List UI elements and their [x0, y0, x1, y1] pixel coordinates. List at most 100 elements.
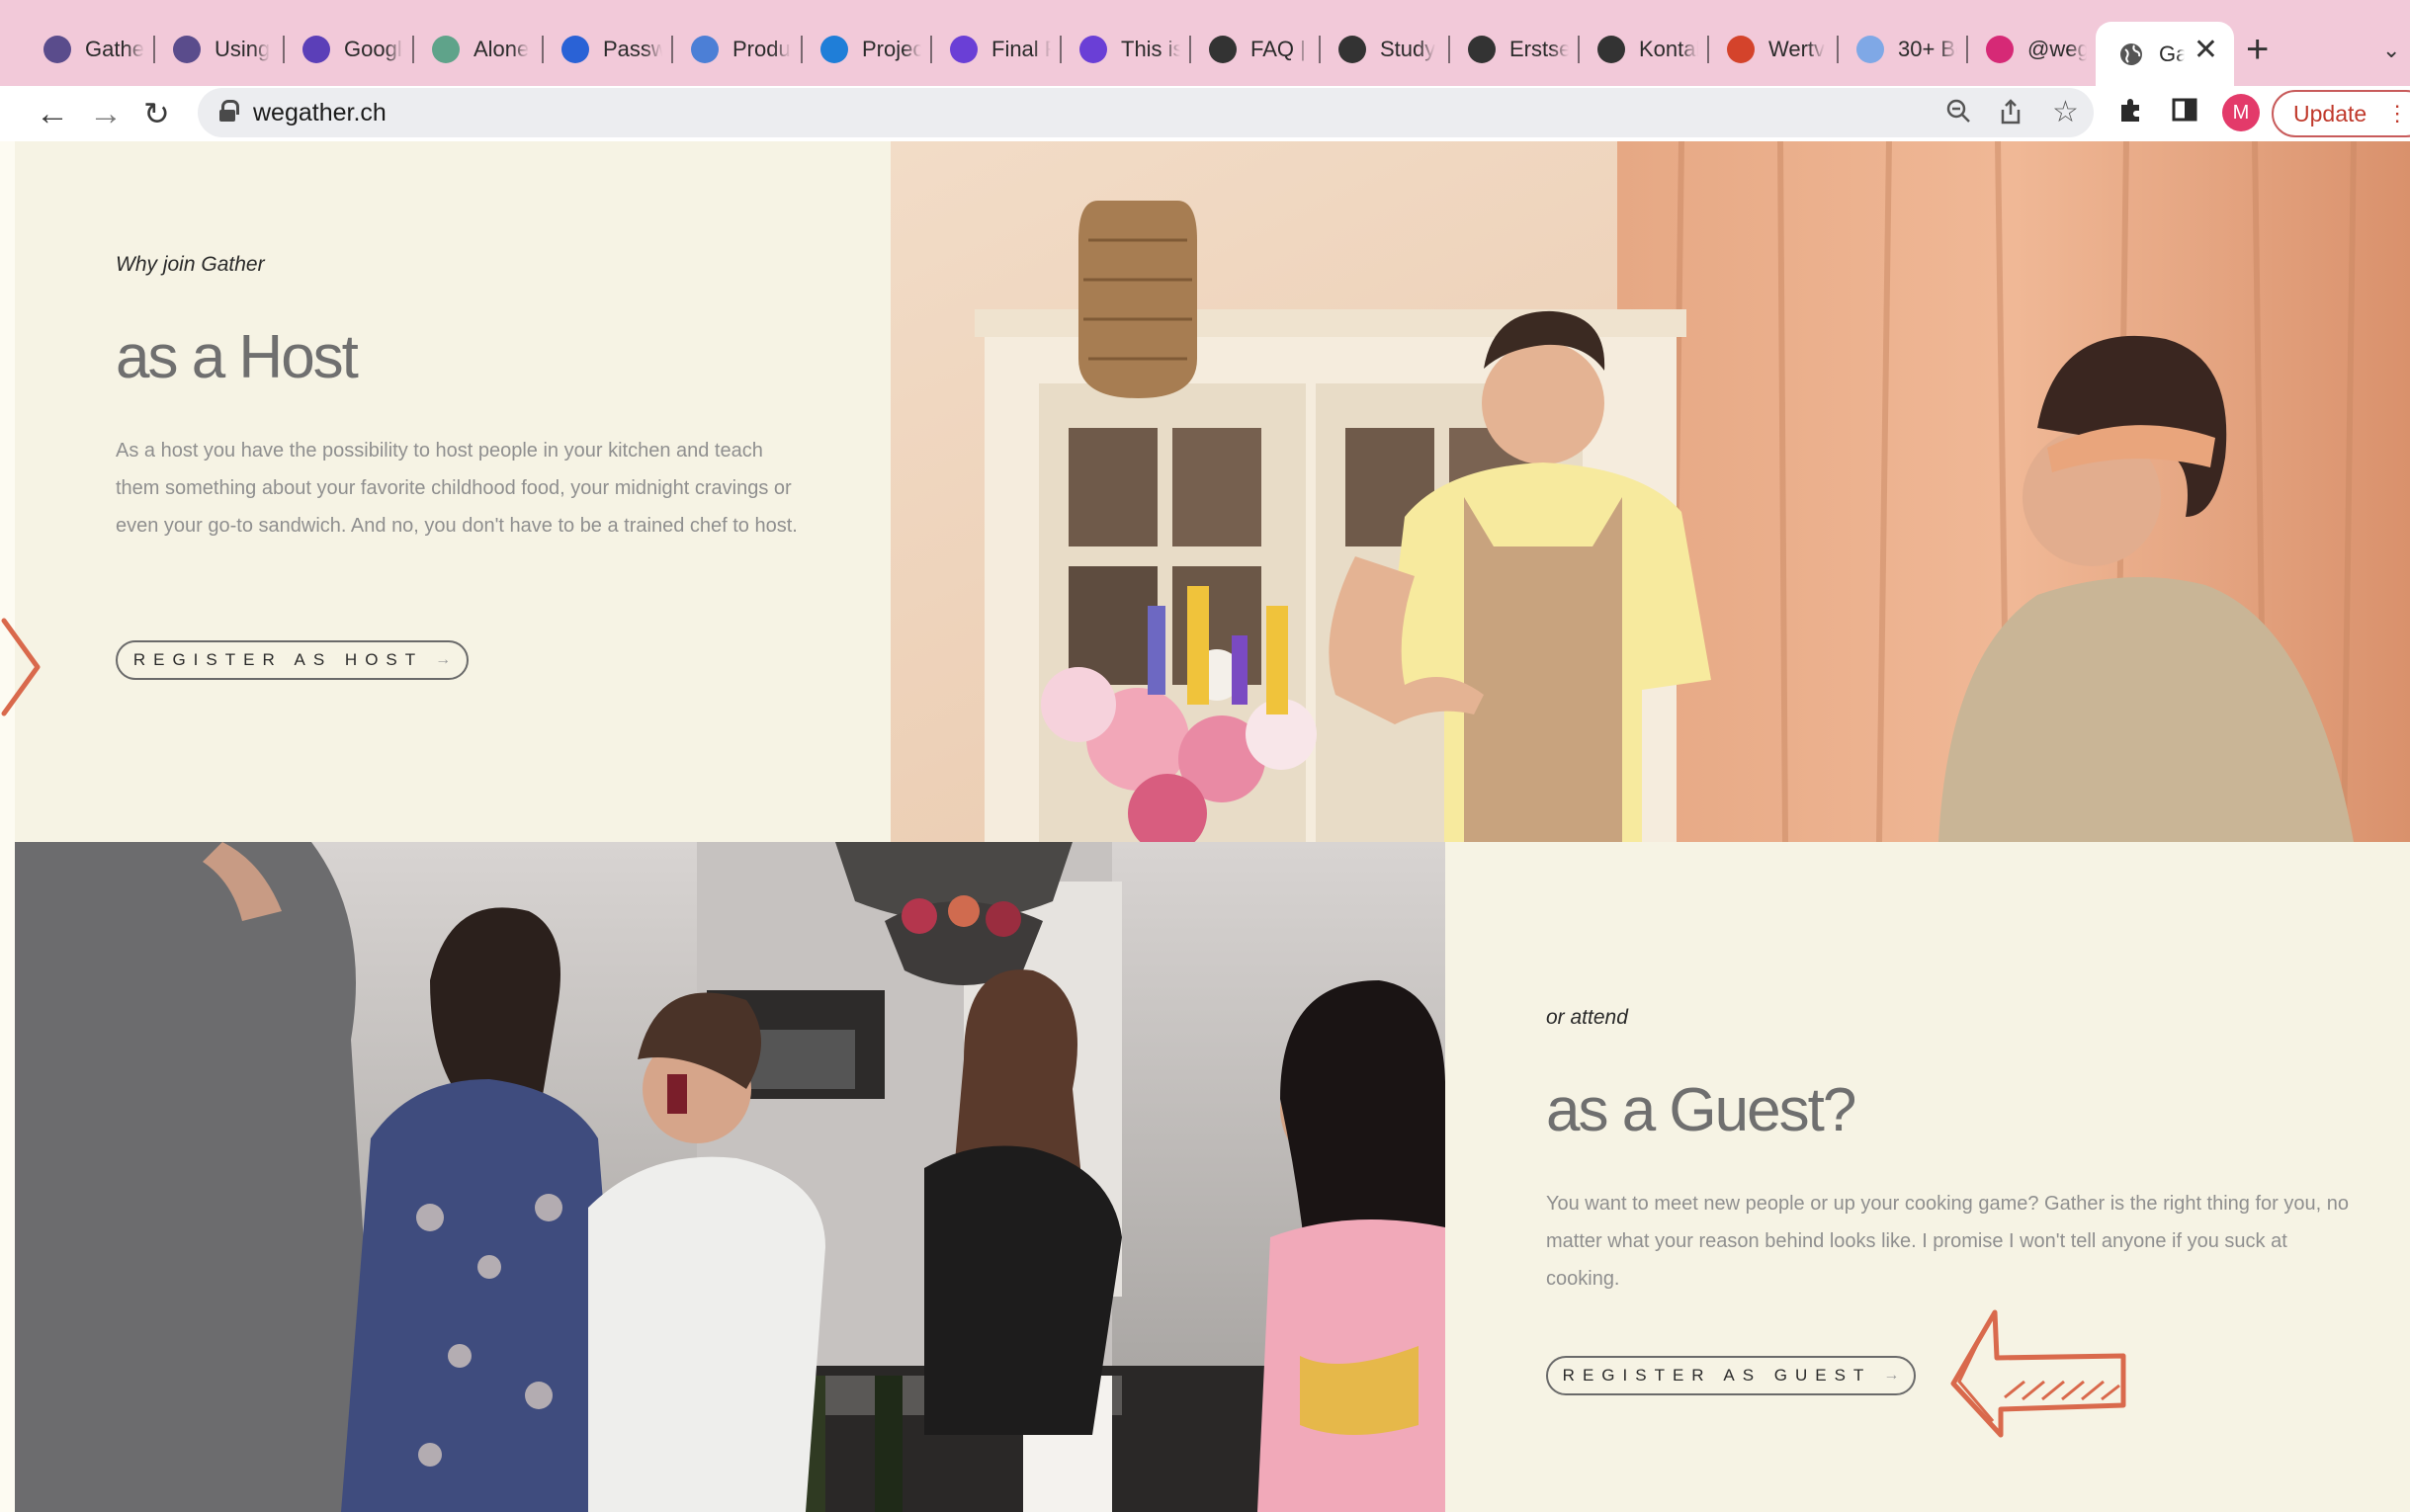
tab[interactable]: Study — [1317, 22, 1440, 77]
extensions-icon[interactable] — [2117, 96, 2145, 131]
guest-body: You want to meet new people or up your c… — [1546, 1193, 2349, 1290]
host-body: As a host you have the possibility to ho… — [116, 440, 798, 537]
tab-title: Alone — [473, 37, 530, 61]
zoom-icon[interactable] — [1945, 98, 1971, 129]
tab-separator — [1448, 36, 1450, 63]
tab[interactable]: Kontak — [1576, 22, 1699, 77]
tab-separator — [1060, 36, 1062, 63]
tab-title: Study — [1380, 37, 1436, 61]
tab-separator — [1578, 36, 1580, 63]
chatgpt-icon — [432, 36, 460, 63]
uzh-icon — [1597, 36, 1625, 63]
tab[interactable]: Google — [281, 22, 404, 77]
gather-favicon — [43, 36, 71, 63]
more-icon: ⋮ — [2386, 101, 2409, 126]
avatar-letter: M — [2232, 101, 2250, 124]
tab-title: Projec — [862, 37, 921, 61]
tab-separator — [1319, 36, 1321, 63]
chevron-down-icon[interactable]: ⌄ — [2382, 38, 2400, 63]
tab-separator — [930, 36, 932, 63]
tab-title: Google — [344, 37, 403, 61]
tab[interactable]: Using — [151, 22, 275, 77]
register-guest-button[interactable]: REGISTER AS GUEST → — [1546, 1356, 1916, 1395]
tab-title: This is — [1121, 37, 1180, 61]
tab[interactable]: @weg — [1964, 22, 2088, 77]
badge-icon — [950, 36, 978, 63]
browser-toolbar: ← → ↻ wegather.ch ☆ M Update ⋮ — [0, 86, 2410, 141]
key-icon — [561, 36, 589, 63]
forward-icon[interactable]: → — [89, 92, 123, 135]
tab-title: @weg — [2027, 37, 2087, 61]
register-host-label: REGISTER AS HOST — [132, 650, 424, 669]
instagram-icon — [1986, 36, 2014, 63]
tab[interactable]: This is — [1058, 22, 1181, 77]
tab-separator — [1966, 36, 1968, 63]
arrow-right-icon: → — [1883, 1367, 1900, 1384]
url-text[interactable]: wegather.ch — [253, 99, 387, 127]
uzh-icon — [1338, 36, 1366, 63]
tab[interactable]: Alone — [410, 22, 534, 77]
tab[interactable]: 30+ Be — [1835, 22, 1958, 77]
host-section: Why join Gather as a Host As a host you … — [116, 253, 808, 545]
guest-section: or attend as a Guest? You want to meet n… — [1546, 1006, 2357, 1298]
tab-title: Wertv — [1768, 37, 1826, 61]
tab[interactable]: Wertv — [1705, 22, 1829, 77]
tab-title: Ga — [2159, 41, 2185, 66]
tab-title: Erstse — [1509, 37, 1569, 61]
tab[interactable]: Passw — [540, 22, 663, 77]
tab-separator — [1189, 36, 1191, 63]
host-photo — [891, 141, 2410, 842]
tab[interactable]: FAQ | U — [1187, 22, 1311, 77]
tab-title: Passw — [603, 37, 662, 61]
avatar[interactable]: M — [2222, 94, 2260, 131]
tab[interactable]: Erstse — [1446, 22, 1570, 77]
address-bar[interactable]: wegather.ch ☆ — [198, 88, 2094, 137]
new-tab-button[interactable]: + — [2246, 30, 2269, 69]
tab-strip: Gather Using Google Alone Passw Produ Projec Fi… — [0, 0, 2410, 86]
guest-eyebrow: or attend — [1546, 1006, 1628, 1029]
tab-separator — [412, 36, 414, 63]
guest-headline: as a Guest? — [1546, 1076, 1856, 1144]
tab-separator — [801, 36, 803, 63]
back-icon[interactable]: ← — [36, 92, 69, 135]
share-icon[interactable] — [1999, 98, 2023, 131]
tab[interactable]: Produ — [669, 22, 793, 77]
gather-favicon — [173, 36, 201, 63]
tab-separator — [153, 36, 155, 63]
uzh-icon — [1468, 36, 1496, 63]
tab[interactable]: Gather — [22, 22, 145, 77]
tab[interactable]: Projec — [799, 22, 922, 77]
circle-icon — [1856, 36, 1884, 63]
lock-icon — [219, 100, 239, 122]
tab-separator — [283, 36, 285, 63]
canva-icon — [820, 36, 848, 63]
side-panel-icon[interactable] — [2171, 96, 2198, 131]
tab-title: Kontak — [1639, 37, 1698, 61]
tab-title: FAQ | U — [1250, 37, 1310, 61]
host-eyebrow: Why join Gather — [116, 253, 265, 276]
reload-icon[interactable]: ↻ — [143, 92, 170, 135]
register-host-button[interactable]: REGISTER AS HOST → — [116, 640, 469, 680]
tab[interactable]: Final R — [928, 22, 1052, 77]
annotation-arrow-guest-icon — [1950, 1309, 2126, 1438]
product-icon — [691, 36, 719, 63]
tab-active[interactable]: Ga ✕ — [2096, 22, 2234, 86]
register-guest-label: REGISTER AS GUEST — [1562, 1366, 1872, 1385]
guest-photo — [15, 842, 1445, 1512]
update-label: Update — [2293, 100, 2367, 126]
tab-title: 30+ Be — [1898, 37, 1957, 61]
close-icon[interactable]: ✕ — [2194, 36, 2218, 65]
update-button[interactable]: Update ⋮ — [2272, 90, 2410, 137]
host-headline: as a Host — [116, 323, 359, 391]
google-forms-icon — [302, 36, 330, 63]
arrow-right-icon: → — [435, 651, 452, 668]
star-icon[interactable]: ☆ — [2052, 98, 2079, 127]
tab-title: Gather — [85, 37, 144, 61]
tab-separator — [671, 36, 673, 63]
tab-separator — [1707, 36, 1709, 63]
tab-title: Produ — [732, 37, 791, 61]
tab-title: Using — [215, 37, 271, 61]
wertv-icon — [1727, 36, 1755, 63]
annotation-arrow-left-icon — [1, 618, 41, 716]
globe-icon — [2117, 41, 2145, 68]
